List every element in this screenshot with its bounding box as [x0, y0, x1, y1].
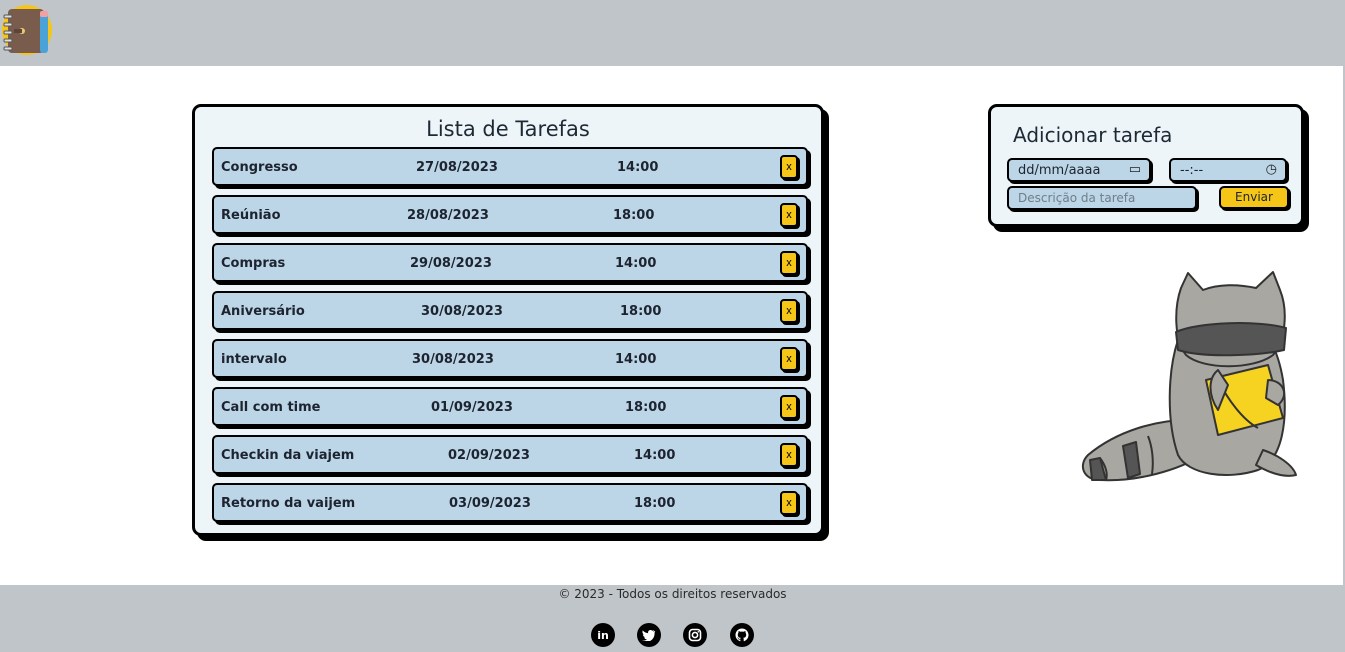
task-time: 18:00 — [613, 208, 655, 223]
task-row: Compras 29/08/2023 14:00 x — [212, 243, 808, 282]
task-time: 14:00 — [634, 448, 676, 463]
clock-icon[interactable]: ◷ — [1266, 162, 1277, 177]
time-input[interactable]: --:-- ◷ — [1169, 158, 1287, 182]
github-icon[interactable] — [730, 623, 754, 647]
delete-task-button[interactable]: x — [780, 395, 798, 419]
task-date: 30/08/2023 — [421, 304, 503, 319]
task-time: 14:00 — [615, 352, 657, 367]
task-date: 01/09/2023 — [431, 400, 513, 415]
instagram-icon[interactable] — [683, 623, 707, 647]
delete-task-button[interactable]: x — [780, 251, 798, 275]
delete-task-button[interactable]: x — [780, 203, 798, 227]
task-time: 18:00 — [625, 400, 667, 415]
task-name: Compras — [221, 256, 286, 271]
task-row: Call com time 01/09/2023 18:00 x — [212, 387, 808, 426]
task-row: Retorno da vaijem 03/09/2023 18:00 x — [212, 483, 808, 522]
description-input[interactable]: Descrição da tarefa — [1007, 186, 1197, 210]
linkedin-icon[interactable]: in — [591, 623, 615, 647]
add-task-title: Adicionar tarefa — [1013, 123, 1173, 147]
task-time: 18:00 — [634, 496, 676, 511]
task-name: Call com time — [221, 400, 321, 415]
task-name: Aniversário — [221, 304, 305, 319]
raccoon-illustration — [1081, 271, 1297, 482]
add-task-card: Adicionar tarefa dd/mm/aaaa ▭ --:-- ◷ De… — [988, 104, 1304, 227]
description-placeholder: Descrição da tarefa — [1018, 191, 1136, 205]
time-placeholder: --:-- — [1180, 163, 1204, 178]
copyright-text: © 2023 - Todos os direitos reservados — [558, 587, 787, 601]
task-list-card: Lista de Tarefas Congresso 27/08/2023 14… — [192, 104, 824, 536]
task-date: 30/08/2023 — [412, 352, 494, 367]
delete-task-button[interactable]: x — [780, 347, 798, 371]
delete-task-button[interactable]: x — [780, 155, 798, 179]
calendar-icon[interactable]: ▭ — [1129, 162, 1141, 177]
task-time: 14:00 — [617, 160, 659, 175]
delete-task-button[interactable]: x — [780, 443, 798, 467]
notebook-icon[interactable] — [2, 3, 52, 57]
task-date: 02/09/2023 — [448, 448, 530, 463]
task-date: 27/08/2023 — [416, 160, 498, 175]
task-date: 29/08/2023 — [410, 256, 492, 271]
twitter-icon[interactable] — [637, 623, 661, 647]
task-row: Congresso 27/08/2023 14:00 x — [212, 147, 808, 186]
task-row: Aniversário 30/08/2023 18:00 x — [212, 291, 808, 330]
footer: © 2023 - Todos os direitos reservados in — [0, 585, 1345, 652]
task-time: 18:00 — [620, 304, 662, 319]
task-name: Reúnião — [221, 208, 281, 223]
task-row: Reúnião 28/08/2023 18:00 x — [212, 195, 808, 234]
task-name: intervalo — [221, 352, 287, 367]
date-placeholder: dd/mm/aaaa — [1018, 163, 1101, 178]
task-name: Checkin da viajem — [221, 448, 355, 463]
date-input[interactable]: dd/mm/aaaa ▭ — [1007, 158, 1151, 182]
task-row: intervalo 30/08/2023 14:00 x — [212, 339, 808, 378]
delete-task-button[interactable]: x — [780, 491, 798, 515]
task-name: Retorno da vaijem — [221, 496, 356, 511]
send-button[interactable]: Enviar — [1219, 186, 1289, 209]
task-row: Checkin da viajem 02/09/2023 14:00 x — [212, 435, 808, 474]
top-bar — [0, 0, 1345, 66]
task-time: 14:00 — [615, 256, 657, 271]
task-name: Congresso — [221, 160, 298, 175]
task-date: 03/09/2023 — [449, 496, 531, 511]
delete-task-button[interactable]: x — [780, 299, 798, 323]
task-list-title: Lista de Tarefas — [426, 117, 590, 141]
task-date: 28/08/2023 — [407, 208, 489, 223]
